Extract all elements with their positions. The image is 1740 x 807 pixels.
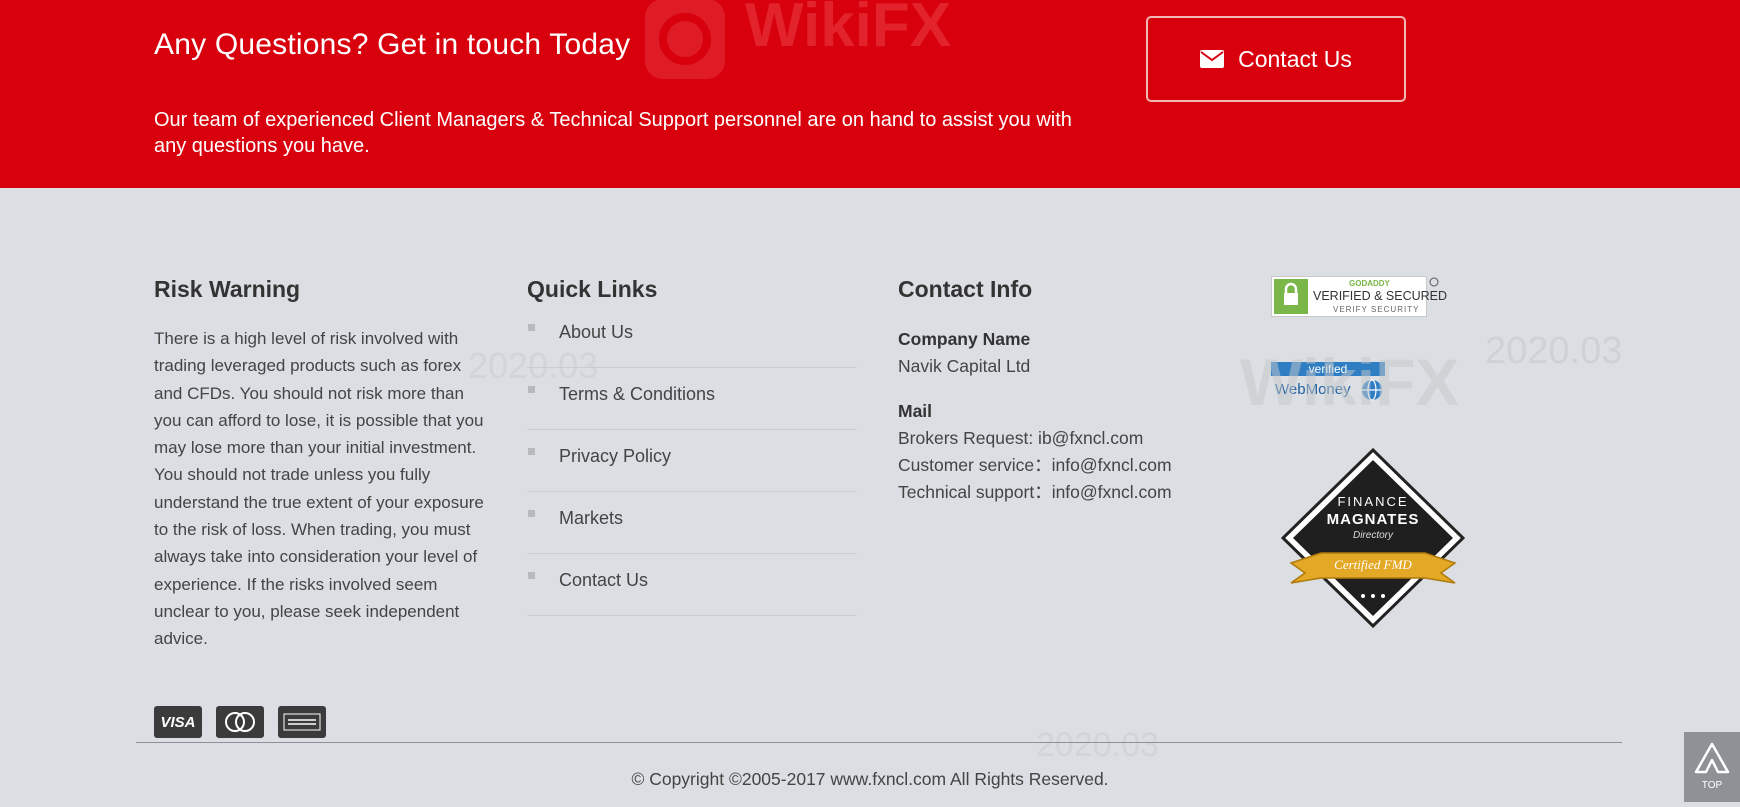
payment-cards: VISA — [154, 706, 326, 738]
mastercard-circles-icon — [225, 712, 255, 732]
list-item: Markets — [527, 492, 857, 554]
contact-us-button[interactable]: Contact Us — [1146, 16, 1406, 102]
finance-magnates-badge[interactable]: FINANCE MAGNATES Directory Certified FMD — [1280, 447, 1466, 629]
risk-warning-title: Risk Warning — [154, 276, 301, 302]
quick-links-title: Quick Links — [527, 276, 658, 302]
webmoney-main-text: WebMoney — [1275, 381, 1351, 398]
godaddy-top-text: GODADDY — [1349, 279, 1390, 288]
footer-divider — [136, 742, 1622, 743]
list-item: Privacy Policy — [527, 430, 857, 492]
link-markets[interactable]: Markets — [559, 508, 623, 529]
back-to-top-button[interactable]: TOP — [1684, 732, 1740, 802]
link-about-us[interactable]: About Us — [559, 322, 633, 343]
list-item: About Us — [527, 306, 857, 368]
envelope-icon — [1200, 50, 1225, 68]
copyright-text: © Copyright ©2005-2017 www.fxncl.com All… — [631, 769, 1109, 789]
mastercard-icon — [216, 706, 264, 738]
mail-label: Mail — [898, 401, 933, 421]
brokers-request-line: Brokers Request: ib@fxncl.com — [898, 428, 1144, 448]
company-name-value: Navik Capital Ltd — [898, 356, 1031, 376]
bullet-icon — [528, 324, 535, 331]
fm-line1: FINANCE — [1337, 494, 1409, 509]
arrow-up-icon — [1694, 742, 1730, 774]
link-terms-conditions[interactable]: Terms & Conditions — [559, 384, 715, 405]
contact-info-block: Company Name Navik Capital Ltd Mail Brok… — [898, 326, 1218, 506]
link-privacy-policy[interactable]: Privacy Policy — [559, 446, 671, 467]
quick-links-list: About Us Terms & Conditions Privacy Poli… — [527, 306, 857, 616]
technical-support-line: Technical support：info@fxncl.com — [898, 482, 1172, 502]
godaddy-sub-text: VERIFY SECURITY — [1333, 305, 1420, 314]
bullet-icon — [528, 572, 535, 579]
company-name-label: Company Name — [898, 329, 1031, 349]
webmoney-top-text: verified — [1271, 362, 1385, 376]
amex-card-icon — [278, 706, 326, 738]
bullet-icon — [528, 448, 535, 455]
visa-card-icon: VISA — [154, 706, 202, 738]
contact-us-label: Contact Us — [1238, 45, 1352, 72]
fm-ribbon-text: Certified FMD — [1334, 557, 1412, 572]
list-item: Contact Us — [527, 554, 857, 616]
banner-title: Any Questions? Get in touch Today — [154, 28, 631, 61]
list-item: Terms & Conditions — [527, 368, 857, 430]
bullet-icon — [528, 386, 535, 393]
risk-warning-text: There is a high level of risk involved w… — [154, 329, 484, 649]
customer-service-line: Customer service：info@fxncl.com — [898, 455, 1172, 475]
contact-banner: Any Questions? Get in touch Today Our te… — [0, 0, 1740, 188]
banner-text: Our team of experienced Client Managers … — [154, 109, 1072, 157]
contact-info-title: Contact Info — [898, 276, 1033, 302]
godaddy-badge[interactable]: GODADDY VERIFIED & SECURED VERIFY SECURI… — [1271, 276, 1447, 320]
webmoney-badge[interactable]: verified WebMoney — [1271, 362, 1386, 404]
godaddy-main-text: VERIFIED & SECURED — [1313, 289, 1448, 303]
link-contact-us[interactable]: Contact Us — [559, 570, 648, 591]
watermark-date-bottom: 2020.03 — [1036, 726, 1159, 764]
back-to-top-label: TOP — [1701, 780, 1723, 791]
amex-lines-icon — [283, 713, 321, 731]
bullet-icon — [528, 510, 535, 517]
fm-line3: Directory — [1352, 530, 1393, 541]
watermark-date-right: 2020.03 — [1485, 330, 1623, 372]
globe-icon — [1362, 379, 1382, 401]
fm-line2: MAGNATES — [1326, 511, 1420, 528]
